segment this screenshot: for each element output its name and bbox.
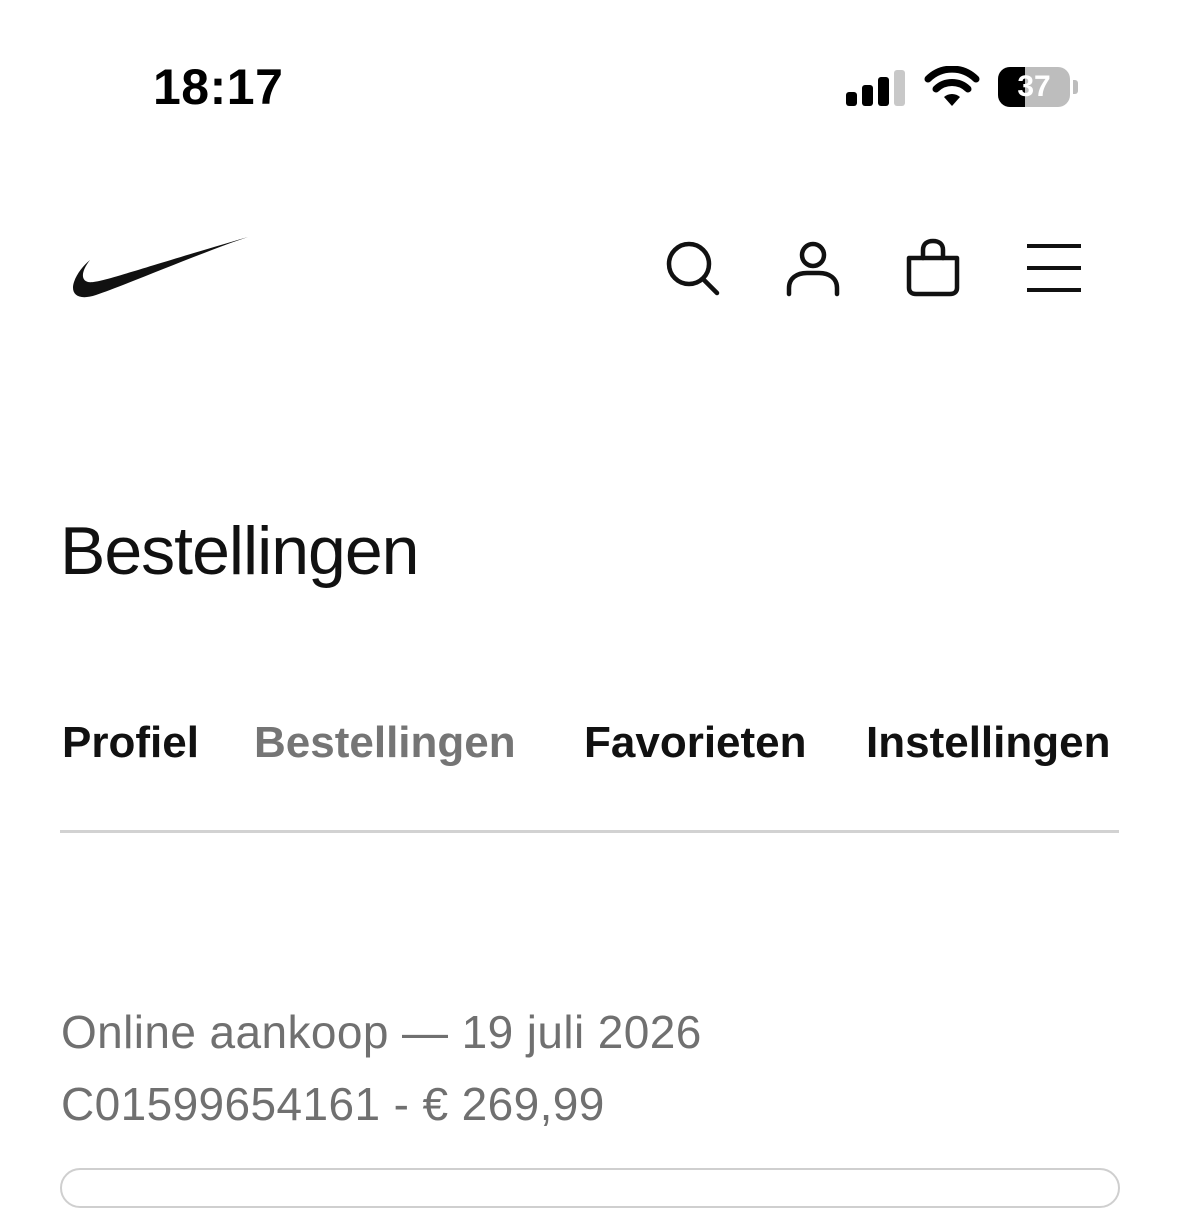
tab-bestellingen[interactable]: Bestellingen	[254, 718, 516, 768]
account-tabs: Profiel Bestellingen Favorieten Instelli…	[60, 718, 1119, 778]
top-nav	[0, 200, 1179, 340]
order-date-line: Online aankoop — 19 juli 2026	[61, 1006, 702, 1058]
order-summary: Online aankoop — 19 juli 2026 C015996541…	[61, 996, 1121, 1140]
nike-swoosh-logo[interactable]	[68, 232, 252, 302]
status-time: 18:17	[153, 59, 284, 115]
status-bar: 18:17 37	[0, 0, 1179, 180]
bag-icon[interactable]	[901, 236, 965, 300]
account-icon[interactable]	[781, 236, 845, 300]
menu-icon[interactable]	[1021, 236, 1085, 300]
battery-percent: 37	[1017, 70, 1051, 103]
tabs-divider	[60, 830, 1119, 833]
page-title: Bestellingen	[60, 513, 419, 589]
battery-icon: 37	[998, 67, 1078, 107]
order-number-price-line: C01599654161 - € 269,99	[61, 1078, 605, 1130]
search-icon[interactable]	[661, 236, 725, 300]
cellular-signal-icon	[846, 70, 906, 106]
wifi-icon	[924, 65, 980, 108]
tab-instellingen[interactable]: Instellingen	[866, 718, 1110, 768]
tab-favorieten[interactable]: Favorieten	[584, 718, 807, 768]
tab-profiel[interactable]: Profiel	[62, 718, 199, 768]
order-card[interactable]	[60, 1168, 1120, 1208]
